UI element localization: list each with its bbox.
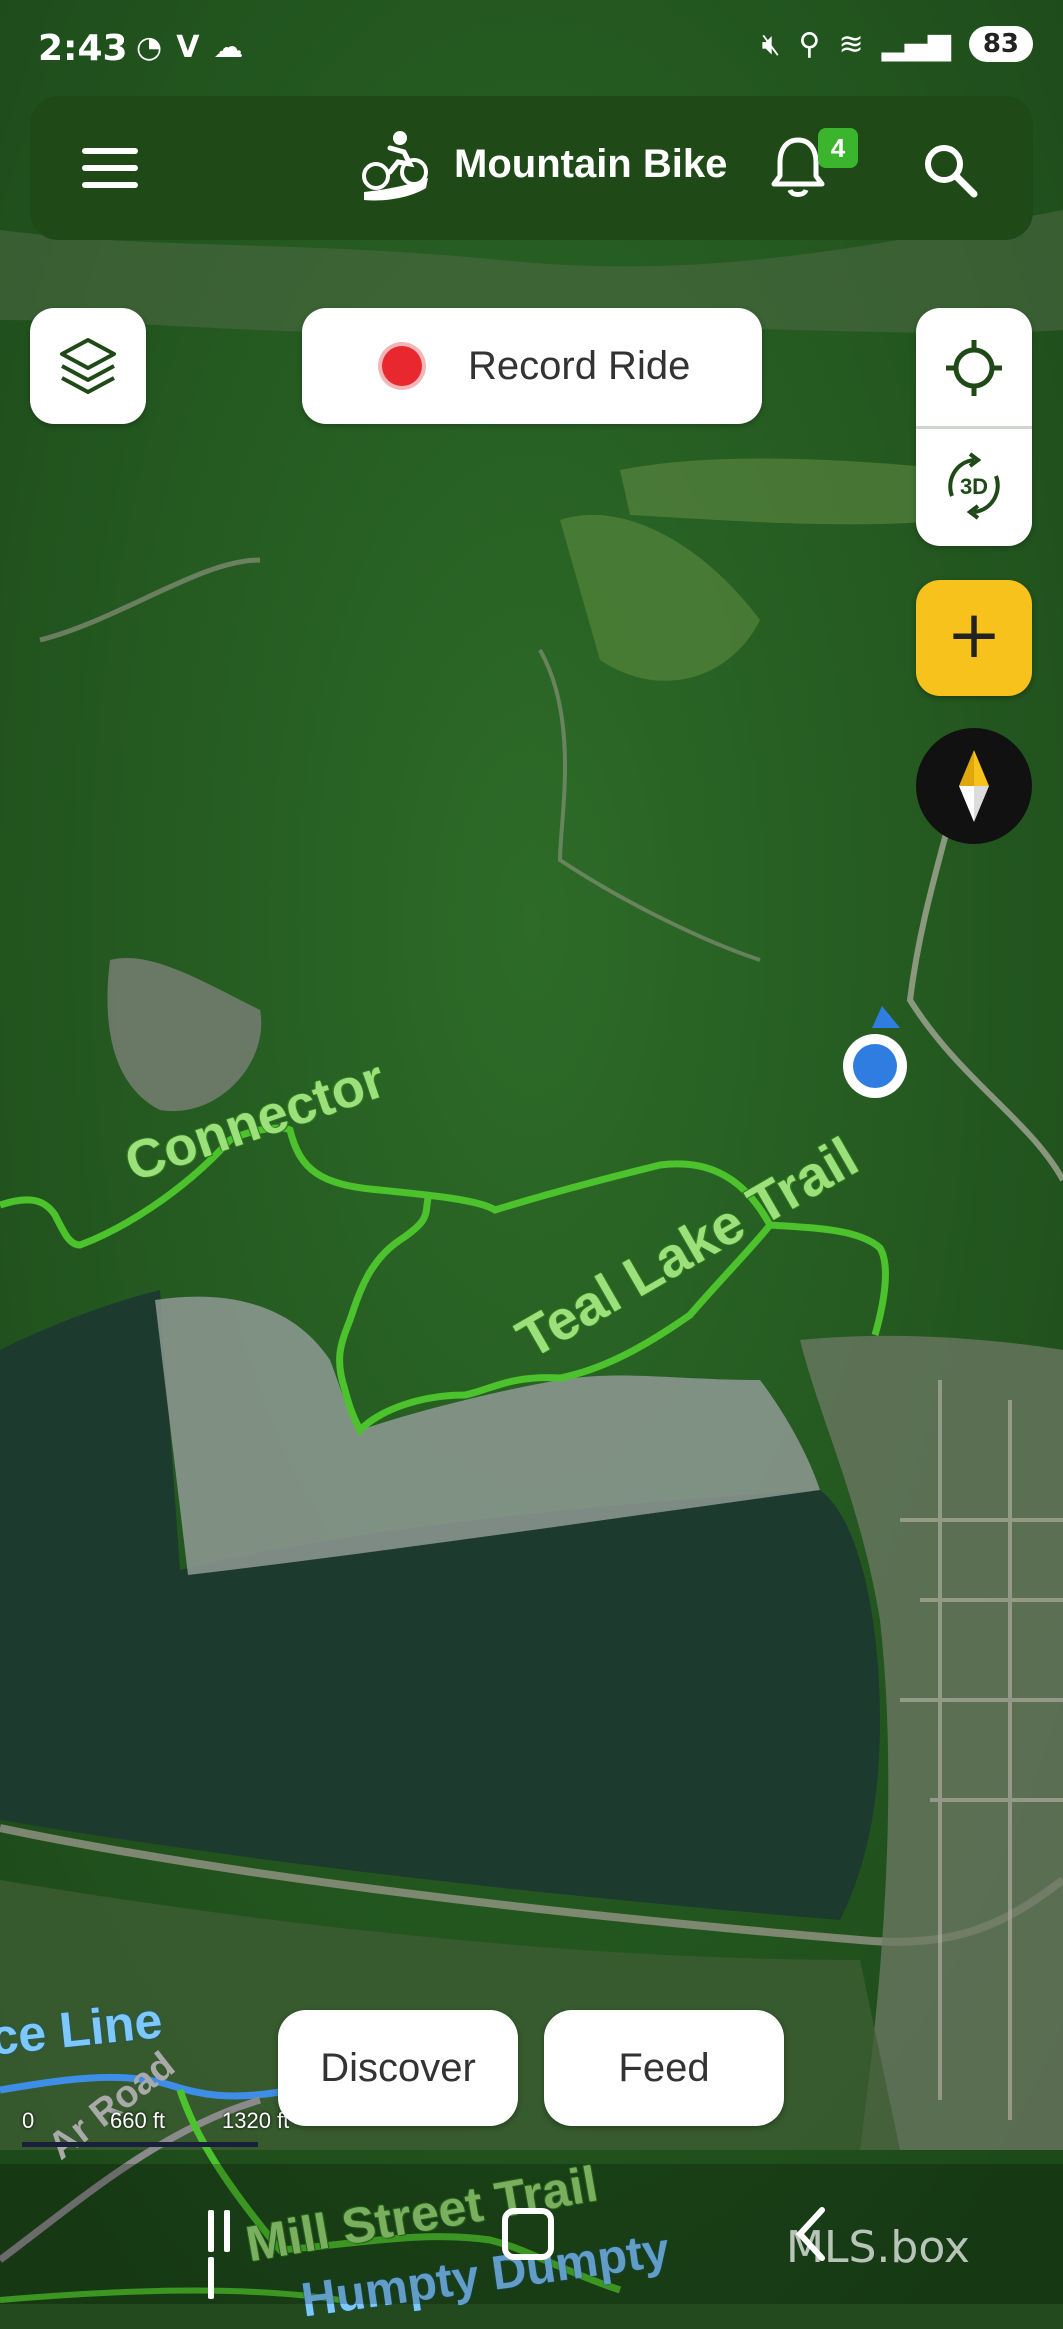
user-location-marker xyxy=(843,1006,907,1098)
feed-button[interactable]: Feed xyxy=(544,2010,784,2126)
location-icon: ⚲ xyxy=(798,26,821,62)
view-3d-toggle-icon[interactable]: 3D xyxy=(940,452,1008,520)
divider xyxy=(916,426,1032,429)
menu-icon[interactable] xyxy=(82,148,138,188)
my-location-crosshair-icon[interactable] xyxy=(944,338,1004,398)
search-icon[interactable] xyxy=(920,140,980,200)
chat-icon: ☁ xyxy=(213,30,244,65)
status-bar: 2:43 ◔ V ☁ 🔇︎ ⚲ ≋ ▂▄▆ 83 xyxy=(0,0,1063,96)
record-ride-button[interactable]: Record Ride xyxy=(302,308,762,424)
verizon-icon: V xyxy=(176,30,200,65)
map-scale-bar: 0 660 ft 1320 ft xyxy=(22,2108,302,2148)
mountain-bike-icon[interactable] xyxy=(360,128,432,204)
messenger-icon: ◔ xyxy=(136,30,163,65)
discover-button[interactable]: Discover xyxy=(278,2010,518,2126)
compass-icon xyxy=(959,750,989,822)
compass-button[interactable] xyxy=(916,728,1032,844)
status-system-icons: 🔇︎ ⚲ ≋ ▂▄▆ 83 xyxy=(762,26,1033,62)
scale-label-1320: 1320 ft xyxy=(222,2108,290,2133)
battery-indicator: 83 xyxy=(968,26,1033,62)
record-dot-icon xyxy=(382,346,422,386)
scale-line xyxy=(22,2142,258,2147)
add-button[interactable]: + xyxy=(916,580,1032,696)
map-layers-button[interactable] xyxy=(30,308,146,424)
recent-apps-button[interactable] xyxy=(208,2210,252,2299)
map-view-controls: 3D xyxy=(916,308,1032,546)
mute-vibrate-icon: 🔇︎ xyxy=(761,26,781,62)
plus-icon: + xyxy=(946,596,1002,673)
notification-count-badge: 4 xyxy=(818,128,858,168)
signal-icon: ▂▄▆ xyxy=(881,26,951,62)
home-button[interactable] xyxy=(502,2208,554,2260)
scale-label-0: 0 xyxy=(22,2108,35,2133)
view-3d-label: 3D xyxy=(960,474,988,499)
layers-icon xyxy=(60,338,116,394)
status-app-icons: ◔ V ☁ xyxy=(136,30,243,65)
wifi-icon: ≋ xyxy=(838,26,864,62)
activity-selector[interactable]: Mountain Bike xyxy=(454,142,727,187)
top-app-bar: Mountain Bike 4 xyxy=(30,96,1033,240)
status-time: 2:43 xyxy=(38,28,128,69)
record-ride-label: Record Ride xyxy=(468,344,691,388)
watermark: MLS.box xyxy=(786,2222,970,2273)
scale-label-660: 660 ft xyxy=(110,2108,166,2133)
